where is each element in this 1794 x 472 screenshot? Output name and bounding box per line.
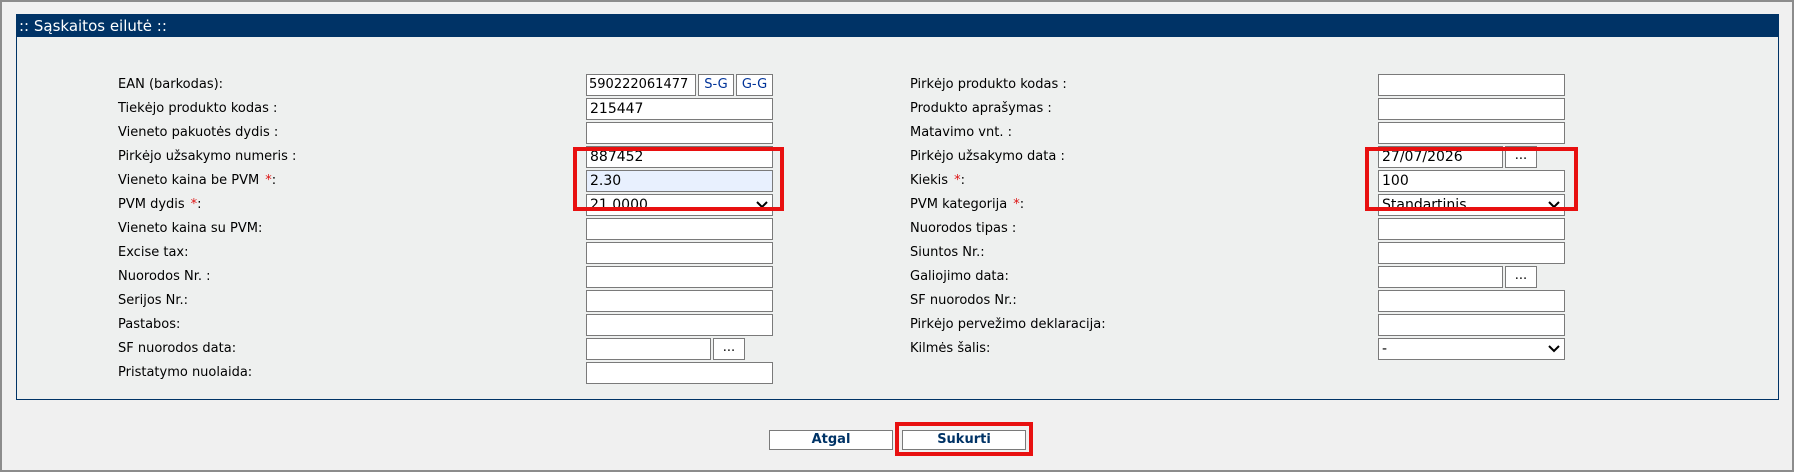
country-of-origin-select[interactable]: - [1378,338,1565,360]
unit-price-with-vat-label: Vieneto kaina su PVM: [118,221,263,236]
delivery-discount-input[interactable] [586,362,773,384]
form-row: Nuorodos Nr. : Galiojimo data: ... [17,266,1778,290]
shipment-number-input[interactable] [1378,242,1565,264]
form-row: Serijos Nr.: SF nuorodos Nr.: [17,290,1778,314]
transport-declaration-input[interactable] [1378,314,1565,336]
form-row: Vieneto pakuotės dydis : Matavimo vnt. : [17,122,1778,146]
serial-number-label: Serijos Nr.: [118,293,189,308]
buyer-product-code-label: Pirkėjo produkto kodas : [910,77,1067,92]
supplier-product-code-input[interactable]: 215447 [586,98,773,120]
pack-size-input[interactable] [586,122,773,144]
supplier-product-code-label: Tiekėjo produkto kodas : [118,101,278,116]
delivery-discount-label: Pristatymo nuolaida: [118,365,253,380]
serial-number-input[interactable] [586,290,773,312]
unit-of-measure-label: Matavimo vnt. : [910,125,1012,140]
panel-title: :: Sąskaitos eilutė :: [17,15,1778,37]
highlight-create-button [895,422,1033,456]
product-description-label: Produkto aprašymas : [910,101,1052,116]
reference-type-input[interactable] [1378,218,1565,240]
country-of-origin-label: Kilmės šalis: [910,341,991,356]
notes-label: Pastabos: [118,317,181,332]
ean-gg-button[interactable]: G-G [736,74,773,96]
notes-input[interactable] [586,314,773,336]
highlight-price-vat [573,147,784,211]
order-date-label: Pirkėjo užsakymo data : [910,149,1065,164]
form-row: EAN (barkodas): 590222061477 S-G G-G Pir… [17,74,1778,98]
sf-reference-date-picker-button[interactable]: ... [713,338,745,360]
ean-input[interactable]: 590222061477 [586,74,696,96]
excise-tax-label: Excise tax: [118,245,189,260]
sf-reference-date-label: SF nuorodos data: [118,341,237,356]
expiry-date-label: Galiojimo data: [910,269,1009,284]
transport-declaration-label: Pirkėjo pervežimo deklaracija: [910,317,1106,332]
shipment-number-label: Siuntos Nr.: [910,245,985,260]
back-button[interactable]: Atgal [769,430,893,450]
sf-reference-number-label: SF nuorodos Nr.: [910,293,1017,308]
buyer-product-code-input[interactable] [1378,74,1565,96]
expiry-date-picker-button[interactable]: ... [1505,266,1537,288]
pack-size-label: Vieneto pakuotės dydis : [118,125,279,140]
unit-price-with-vat-input[interactable] [586,218,773,240]
highlight-quantity-category [1365,147,1578,211]
window-frame: :: Sąskaitos eilutė :: EAN (barkodas): 5… [0,0,1794,472]
excise-tax-input[interactable] [586,242,773,264]
reference-number-input[interactable] [586,266,773,288]
unit-price-label: Vieneto kaina be PVM *: [118,173,277,188]
product-description-input[interactable] [1378,98,1565,120]
ean-sg-button[interactable]: S-G [698,74,734,96]
form-row: Vieneto kaina su PVM: Nuorodos tipas : [17,218,1778,242]
quantity-label: Kiekis *: [910,173,965,188]
order-number-label: Pirkėjo užsakymo numeris : [118,149,297,164]
sf-reference-date-input[interactable] [586,338,711,360]
reference-type-label: Nuorodos tipas : [910,221,1017,236]
form-row: Tiekėjo produkto kodas : 215447 Produkto… [17,98,1778,122]
reference-number-label: Nuorodos Nr. : [118,269,211,284]
form-row: Pastabos: Pirkėjo pervežimo deklaracija: [17,314,1778,338]
vat-rate-label: PVM dydis *: [118,197,202,212]
ean-label: EAN (barkodas): [118,77,224,92]
unit-of-measure-input[interactable] [1378,122,1565,144]
expiry-date-input[interactable] [1378,266,1503,288]
chevron-down-icon [1548,345,1560,353]
form-row: Pristatymo nuolaida: [17,362,1778,386]
form-row: Excise tax: Siuntos Nr.: [17,242,1778,266]
sf-reference-number-input[interactable] [1378,290,1565,312]
vat-category-label: PVM kategorija *: [910,197,1025,212]
form-row: SF nuorodos data: ... Kilmės šalis: - [17,338,1778,362]
